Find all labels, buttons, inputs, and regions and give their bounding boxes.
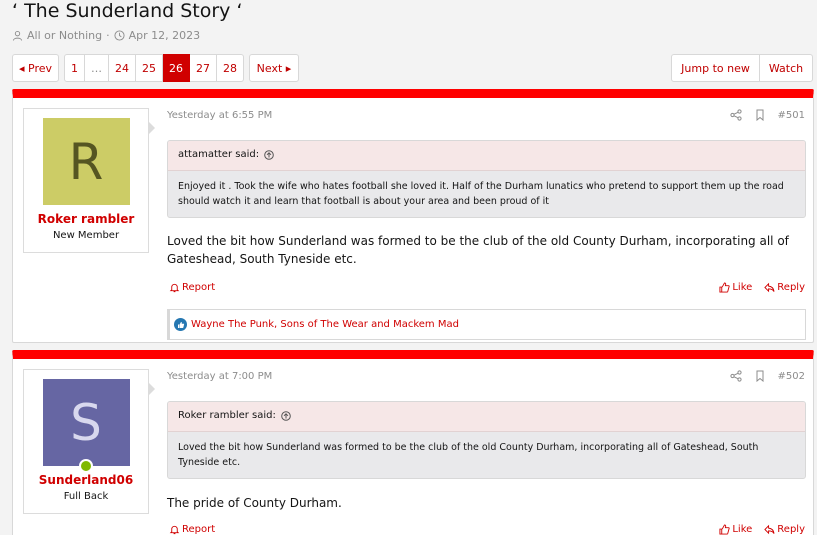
meta-separator: ·: [106, 29, 110, 42]
reactions-bar[interactable]: Wayne The Punk, Sons of The Wear and Mac…: [167, 309, 806, 340]
page-26-current[interactable]: 26: [163, 54, 190, 82]
avatar-letter: R: [68, 132, 104, 191]
post-footer: Report Like Reply: [167, 524, 805, 535]
user-cell: S Sunderland06 Full Back: [23, 369, 155, 514]
thread-actions: Jump to new Watch: [671, 54, 813, 82]
bookmark-icon[interactable]: [754, 370, 766, 382]
quote-header[interactable]: Roker rambler said:: [168, 402, 805, 432]
post-time[interactable]: Yesterday at 7:00 PM: [167, 371, 272, 382]
pagination: ◂ Prev 1 … 24 25 26 27 28 Next ▸: [12, 54, 299, 82]
online-status-icon: [78, 459, 93, 473]
post-number[interactable]: #502: [778, 371, 805, 382]
user-title: Full Back: [63, 491, 109, 502]
reply-arrow-icon: [764, 282, 775, 293]
user-cell: R Roker rambler New Member: [23, 108, 155, 253]
reactions-users[interactable]: Wayne The Punk, Sons of The Wear and Mac…: [191, 319, 459, 330]
post-footer: Report Like Reply: [167, 282, 805, 296]
quote-author: Roker rambler said:: [178, 410, 276, 421]
prev-page-button[interactable]: ◂ Prev: [12, 54, 59, 82]
post-body: The pride of County Durham.: [167, 496, 342, 510]
reply-label: Reply: [777, 282, 805, 293]
user-title: New Member: [52, 230, 120, 241]
like-label: Like: [732, 524, 753, 535]
quote-text: Enjoyed it . Took the wife who hates foo…: [178, 181, 784, 207]
clock-icon: [114, 30, 125, 41]
quote-header[interactable]: attamatter said:: [168, 141, 805, 171]
avatar[interactable]: S: [42, 379, 130, 473]
share-icon[interactable]: [729, 370, 742, 382]
report-button[interactable]: Report: [169, 524, 215, 535]
username[interactable]: Roker rambler: [24, 212, 148, 226]
post: R Roker rambler New Member Yesterday at …: [12, 89, 814, 343]
arrow-up-circle-icon[interactable]: [264, 150, 274, 160]
arrow-up-circle-icon[interactable]: [281, 411, 291, 421]
username[interactable]: Sunderland06: [24, 473, 148, 487]
report-label: Report: [182, 282, 216, 293]
watch-button[interactable]: Watch: [760, 55, 812, 81]
thumbs-up-icon: [719, 524, 731, 535]
jump-to-new-button[interactable]: Jump to new: [672, 55, 760, 81]
quote-author: attamatter said:: [178, 149, 260, 160]
page-numbers: 1 … 24 25 26 27 28: [64, 54, 244, 82]
quote-text: Loved the bit how Sunderland was formed …: [178, 442, 759, 468]
like-button[interactable]: Like: [719, 524, 752, 535]
reply-label: Reply: [777, 524, 805, 535]
thread-title: ‘ The Sunderland Story ‘: [12, 0, 243, 22]
bookmark-icon[interactable]: [754, 109, 766, 121]
post-header: Yesterday at 6:55 PM #501: [167, 109, 805, 125]
like-button[interactable]: Like: [719, 282, 752, 293]
reply-button[interactable]: Reply: [764, 524, 805, 535]
quote-block: Roker rambler said: Loved the bit how Su…: [167, 401, 806, 479]
next-page-button[interactable]: Next ▸: [249, 54, 299, 82]
user-icon: [12, 31, 23, 41]
thumbs-up-icon: [719, 282, 731, 293]
page-27[interactable]: 27: [190, 54, 217, 82]
share-icon[interactable]: [729, 109, 742, 121]
bell-icon: [169, 283, 180, 293]
post: S Sunderland06 Full Back Yesterday at 7:…: [12, 350, 814, 535]
thread-meta: All or Nothing · Apr 12, 2023: [12, 29, 200, 42]
thread-date[interactable]: Apr 12, 2023: [129, 29, 201, 42]
page-1[interactable]: 1: [64, 54, 85, 82]
report-button[interactable]: Report: [169, 282, 215, 293]
reply-button[interactable]: Reply: [764, 282, 805, 293]
post-number[interactable]: #501: [778, 110, 805, 121]
like-reaction-icon: [174, 318, 187, 331]
avatar[interactable]: R: [42, 118, 130, 205]
post-time[interactable]: Yesterday at 6:55 PM: [167, 110, 272, 121]
report-label: Report: [182, 524, 216, 535]
quote-block: attamatter said: Enjoyed it . Took the w…: [167, 140, 806, 218]
page-25[interactable]: 25: [136, 54, 163, 82]
bell-icon: [169, 525, 180, 535]
page-28[interactable]: 28: [217, 54, 244, 82]
avatar-letter: S: [70, 393, 102, 452]
post-body: Loved the bit how Sunderland was formed …: [167, 234, 789, 266]
reply-arrow-icon: [764, 524, 775, 535]
page-24[interactable]: 24: [109, 54, 136, 82]
thread-author[interactable]: All or Nothing: [27, 29, 102, 42]
post-header: Yesterday at 7:00 PM #502: [167, 370, 805, 386]
page-gap[interactable]: …: [85, 54, 109, 82]
like-label: Like: [732, 282, 753, 293]
